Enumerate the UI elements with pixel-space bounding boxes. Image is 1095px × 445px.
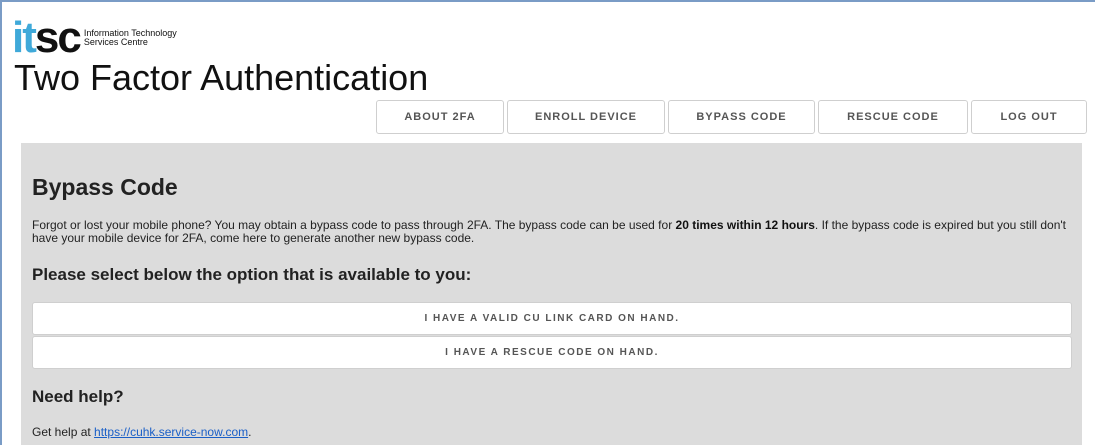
itsc-logo: itsc Information Technology Services Cen… <box>12 16 177 60</box>
help-text: Get help at https://cuhk.service-now.com… <box>32 425 251 439</box>
tab-enroll-device[interactable]: ENROLL DEVICE <box>507 100 665 134</box>
logo-mark-sc: sc <box>34 13 82 62</box>
main-nav: ABOUT 2FA ENROLL DEVICE BYPASS CODE RESC… <box>376 100 1090 134</box>
select-option-heading: Please select below the option that is a… <box>32 265 472 284</box>
tab-log-out[interactable]: LOG OUT <box>971 100 1087 134</box>
option-rescue-code-button[interactable]: I HAVE A RESCUE CODE ON HAND. <box>32 336 1072 369</box>
window-frame-left <box>0 0 2 445</box>
logo-line-2: Services Centre <box>83 37 148 47</box>
logo-mark-it: it <box>12 13 37 62</box>
bypass-description: Forgot or lost your mobile phone? You ma… <box>32 219 1077 245</box>
bypass-code-panel: Bypass Code Forgot or lost your mobile p… <box>21 143 1082 445</box>
help-prefix: Get help at <box>32 425 95 439</box>
help-link[interactable]: https://cuhk.service-now.com <box>94 425 248 439</box>
help-suffix: . <box>248 425 252 439</box>
desc-emphasis: 20 times within 12 hours <box>675 218 815 232</box>
tab-rescue-code[interactable]: RESCUE CODE <box>818 100 968 134</box>
logo-subtitle: Information Technology Services Centre <box>84 29 177 47</box>
page-title: Bypass Code <box>32 174 178 200</box>
option-cu-link-card-button[interactable]: I HAVE A VALID CU LINK CARD ON HAND. <box>32 302 1072 335</box>
app-title: Two Factor Authentication <box>14 57 429 98</box>
logo-mark: itsc <box>12 16 82 60</box>
window-frame-top <box>0 0 1095 2</box>
help-heading: Need help? <box>32 387 124 406</box>
tab-about-2fa[interactable]: ABOUT 2FA <box>376 100 504 134</box>
desc-text-1: Forgot or lost your mobile phone? You ma… <box>32 218 676 232</box>
tab-bypass-code[interactable]: BYPASS CODE <box>668 100 815 134</box>
